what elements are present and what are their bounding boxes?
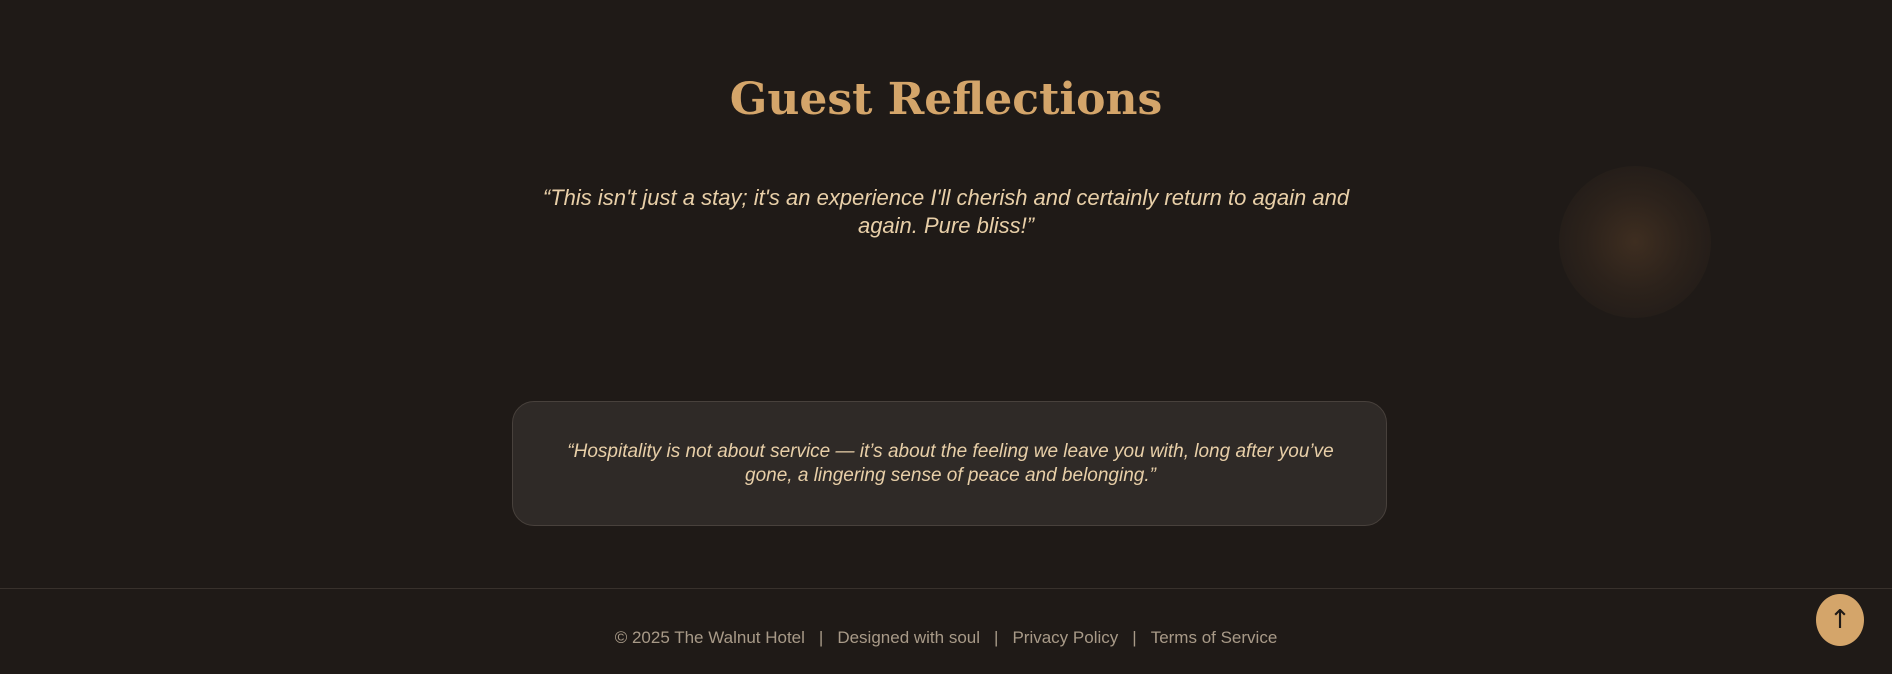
footer-tagline: Designed with soul	[837, 628, 981, 647]
hospitality-quote-card: “Hospitality is not about service — it’s…	[512, 401, 1387, 526]
decorative-glow-orb	[1559, 166, 1711, 318]
guest-reflections-section: Guest Reflections “This isn't just a sta…	[0, 0, 1892, 588]
site-footer: © 2025 The Walnut Hotel | Designed with so…	[0, 588, 1892, 674]
hospitality-quote-text: “Hospitality is not about service — it’s…	[567, 441, 1334, 486]
privacy-policy-link[interactable]: Privacy Policy	[1012, 628, 1118, 647]
arrow-up-icon: ↑	[1829, 605, 1851, 635]
terms-of-service-link[interactable]: Terms of Service	[1151, 628, 1278, 647]
copyright-text: © 2025 The Walnut Hotel	[614, 628, 805, 647]
footer-separator: |	[1132, 628, 1137, 647]
guest-testimonial-quote: “This isn't just a stay; it's an experie…	[542, 185, 1350, 238]
footer-separator: |	[818, 628, 824, 647]
footer-separator: |	[994, 628, 999, 647]
section-title: Guest Reflections	[729, 74, 1163, 125]
back-to-top-button[interactable]: ↑	[1816, 594, 1864, 646]
footer-line: © 2025 The Walnut Hotel | Designed with so…	[0, 627, 1892, 649]
